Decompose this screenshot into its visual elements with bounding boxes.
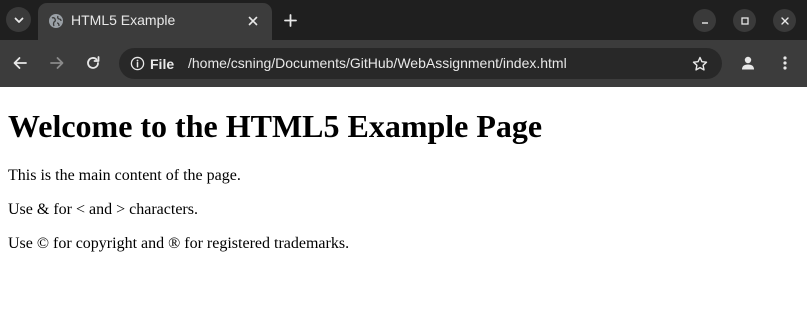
url-text[interactable]: /home/csning/Documents/GitHub/WebAssignm… xyxy=(188,55,567,71)
close-icon xyxy=(248,16,258,26)
bookmark-button[interactable] xyxy=(690,54,710,74)
new-tab-button[interactable] xyxy=(280,10,300,30)
back-button[interactable] xyxy=(10,53,30,73)
close-window-button[interactable] xyxy=(773,9,796,32)
reload-button[interactable] xyxy=(83,53,103,73)
close-icon xyxy=(780,16,789,25)
active-tab[interactable]: HTML5 Example xyxy=(38,3,272,40)
browser-toolbar: File /home/csning/Documents/GitHub/WebAs… xyxy=(0,40,807,87)
reload-icon xyxy=(87,56,100,69)
globe-icon xyxy=(49,14,63,28)
paragraph-main-content: This is the main content of the page. xyxy=(8,167,241,184)
star-icon xyxy=(692,56,708,71)
paragraph-entities: Use & for < and > characters. xyxy=(8,201,198,218)
maximize-icon xyxy=(740,16,749,25)
arrow-left-icon xyxy=(13,57,27,69)
chevron-down-icon xyxy=(14,17,23,23)
info-icon xyxy=(130,56,145,71)
browser-menu-button[interactable] xyxy=(775,53,795,73)
arrow-right-icon xyxy=(50,57,64,69)
person-icon xyxy=(742,56,754,70)
site-info-chip[interactable]: File xyxy=(127,52,180,75)
tab-close-button[interactable] xyxy=(244,12,262,30)
profile-button[interactable] xyxy=(738,53,758,73)
plus-icon xyxy=(283,13,297,27)
tab-search-button[interactable] xyxy=(6,7,31,32)
maximize-button[interactable] xyxy=(733,9,756,32)
page-content: Welcome to the HTML5 Example Page This i… xyxy=(0,87,807,319)
tab-title: HTML5 Example xyxy=(71,12,176,28)
paragraph-copyright: Use © for copyright and ® for registered… xyxy=(8,235,350,252)
scheme-label: File xyxy=(150,55,175,72)
forward-button[interactable] xyxy=(47,53,67,73)
kebab-menu-icon xyxy=(783,56,787,70)
page-heading: Welcome to the HTML5 Example Page xyxy=(8,108,543,144)
tab-strip: HTML5 Example xyxy=(0,0,807,40)
minimize-button[interactable] xyxy=(693,9,716,32)
address-bar[interactable]: File /home/csning/Documents/GitHub/WebAs… xyxy=(119,48,722,79)
minimize-icon xyxy=(701,21,708,24)
